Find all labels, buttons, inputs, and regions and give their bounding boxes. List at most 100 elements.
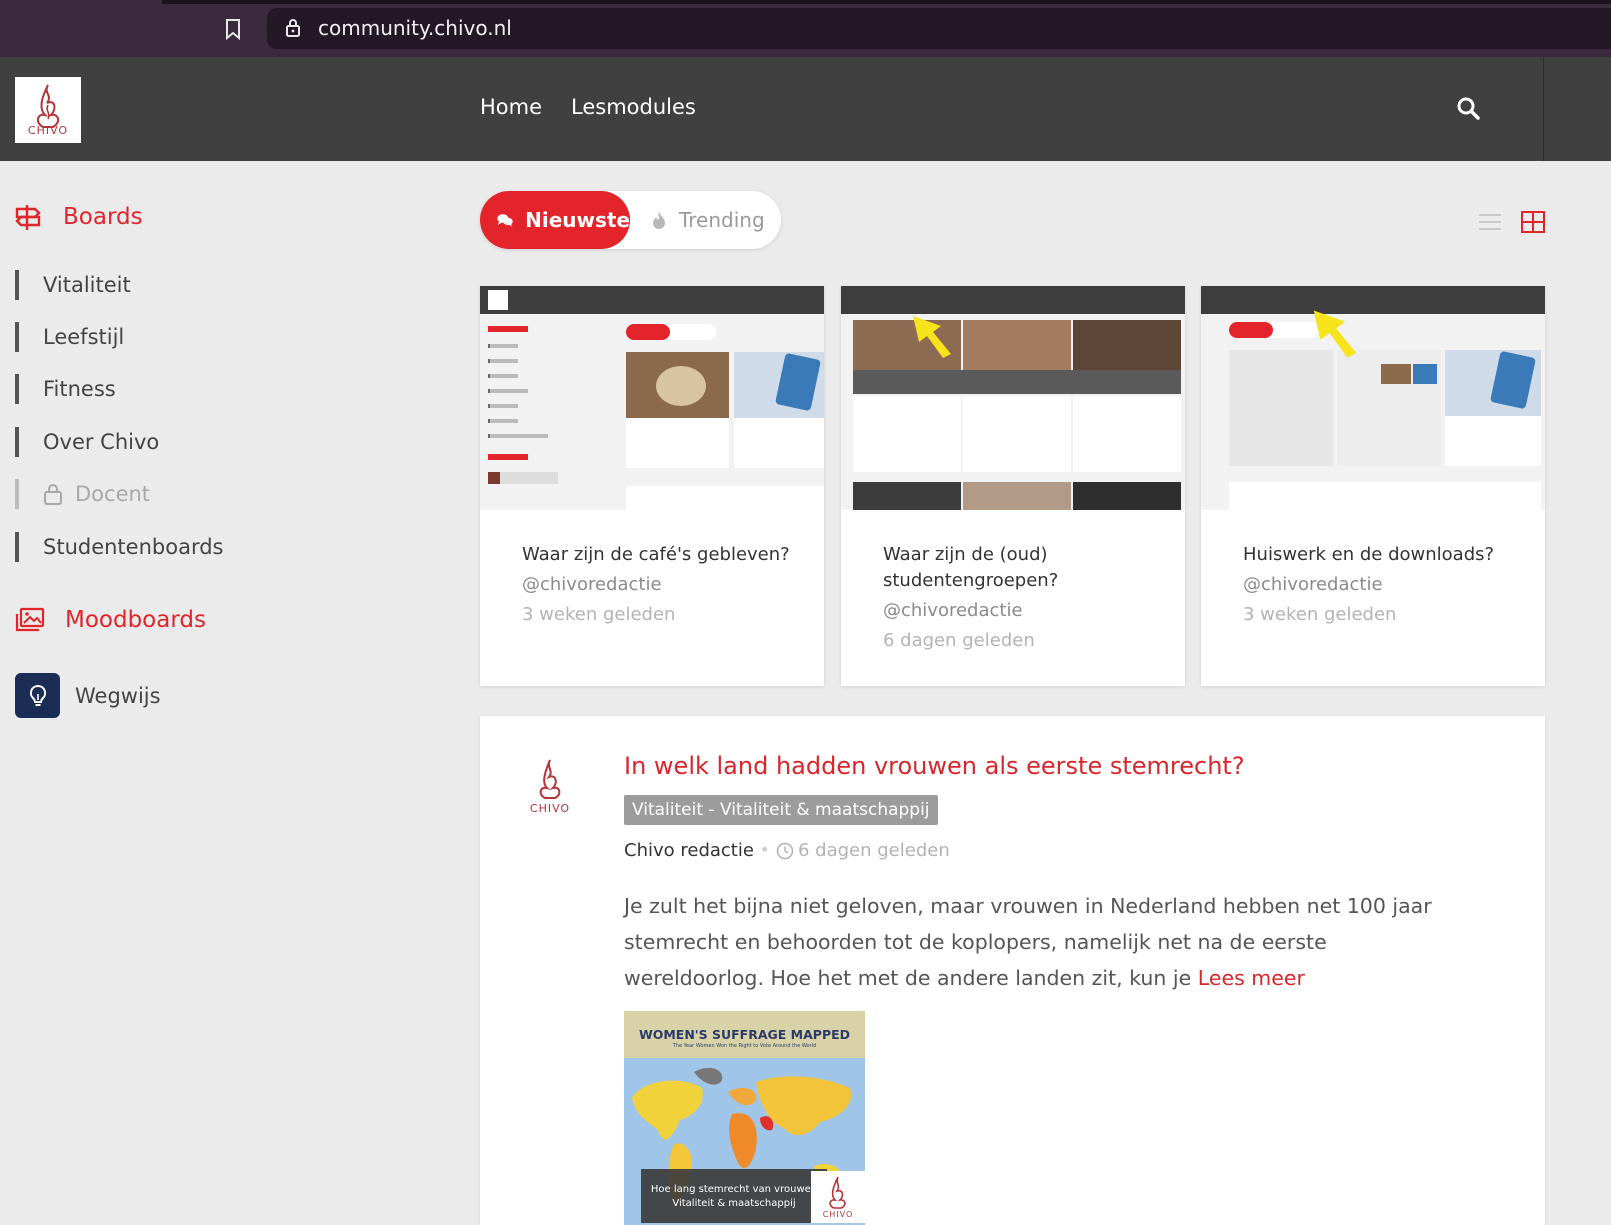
sidebar-item-fitness[interactable]: Fitness bbox=[15, 374, 116, 404]
thumbnail-coffee bbox=[626, 352, 729, 418]
post-image[interactable]: WOMEN'S SUFFRAGE MAPPED The Year Women W… bbox=[624, 1011, 865, 1225]
thumbnail-card-text bbox=[1445, 416, 1541, 466]
thumbnail-photo bbox=[963, 320, 1071, 370]
board-card[interactable]: Waar zijn de (oud) studentengroepen? @ch… bbox=[841, 286, 1185, 686]
chivo-logo[interactable]: CHIVO bbox=[15, 77, 81, 143]
sidebar-item-label: Vitaliteit bbox=[43, 273, 131, 297]
post-category-tag[interactable]: Vitaliteit - Vitaliteit & maatschappij bbox=[624, 795, 938, 825]
image-caption-line: Hoe lang stemrecht van vrouwen bbox=[650, 1184, 818, 1195]
sort-toggle: Nieuwste Trending bbox=[480, 191, 781, 249]
card-time: 6 dagen geleden bbox=[883, 630, 1035, 651]
sidebar-item-bar bbox=[15, 322, 19, 352]
card-author[interactable]: @chivoredactie bbox=[883, 600, 1023, 621]
logo-text: CHIVO bbox=[27, 124, 69, 137]
flame-icon bbox=[653, 211, 665, 229]
sidebar-item-bar bbox=[15, 479, 19, 509]
post-body-text: Je zult het bijna niet geloven, maar vro… bbox=[624, 894, 1432, 990]
bookmark-icon[interactable] bbox=[224, 18, 242, 40]
sidebar-item-studentenboards[interactable]: Studentenboards bbox=[15, 532, 223, 562]
card-title[interactable]: Waar zijn de (oud) studentengroepen? bbox=[883, 542, 1163, 594]
thumbnail-elearning bbox=[1445, 350, 1541, 416]
board-card[interactable]: Waar zijn de café's gebleven? @chivoreda… bbox=[480, 286, 824, 686]
sidebar-item-label: Wegwijs bbox=[75, 683, 161, 708]
image-logo-text: CHIVO bbox=[822, 1210, 854, 1219]
thumbnail-card-text bbox=[853, 396, 961, 472]
sidebar-boards-label: Boards bbox=[63, 204, 143, 230]
sidebar-moodboards-heading[interactable]: Moodboards bbox=[15, 607, 206, 633]
signpost-icon bbox=[15, 205, 41, 230]
sidebar-item-wegwijs[interactable]: Wegwijs bbox=[15, 673, 161, 718]
header-divider bbox=[1543, 57, 1544, 161]
sidebar-item-over-chivo[interactable]: Over Chivo bbox=[15, 427, 159, 457]
thumbnail-pill bbox=[626, 324, 716, 340]
lock-icon bbox=[44, 484, 62, 505]
sidebar-item-label: Docent bbox=[75, 482, 151, 506]
lock-icon[interactable] bbox=[285, 18, 301, 38]
post-body: Je zult het bijna niet geloven, maar vro… bbox=[624, 888, 1444, 996]
board-card[interactable]: Huiswerk en de downloads? @chivoredactie… bbox=[1201, 286, 1545, 686]
chivo-avatar[interactable]: CHIVO bbox=[522, 756, 578, 816]
thumbnail-photo bbox=[963, 482, 1071, 510]
card-thumbnail bbox=[1201, 286, 1545, 510]
image-title: WOMEN'S SUFFRAGE MAPPED bbox=[638, 1027, 851, 1042]
card-author[interactable]: @chivoredactie bbox=[1243, 574, 1383, 595]
card-time: 3 weken geleden bbox=[522, 604, 676, 625]
tab-nieuwste[interactable]: Nieuwste bbox=[480, 191, 630, 249]
post-title[interactable]: In welk land hadden vrouwen als eerste s… bbox=[624, 752, 1245, 780]
tab-trending[interactable]: Trending bbox=[651, 191, 765, 249]
search-icon[interactable] bbox=[1456, 96, 1480, 120]
card-title[interactable]: Waar zijn de café's gebleven? bbox=[522, 542, 802, 568]
post-time: 6 dagen geleden bbox=[798, 840, 950, 861]
svg-text:CHIVO: CHIVO bbox=[530, 802, 570, 815]
image-subtitle: The Year Women Won the Right to Vote Aro… bbox=[672, 1043, 817, 1049]
thumbnail-banner bbox=[853, 370, 1181, 394]
read-more-link[interactable]: Lees meer bbox=[1198, 966, 1305, 990]
clock-icon bbox=[776, 842, 794, 860]
sidebar-moodboards-label: Moodboards bbox=[65, 607, 206, 633]
card-thumbnail bbox=[841, 286, 1185, 510]
nav-home[interactable]: Home bbox=[480, 95, 542, 119]
list-view-icon[interactable] bbox=[1479, 212, 1501, 232]
arrow-icon bbox=[913, 316, 951, 358]
nav-lesmodules[interactable]: Lesmodules bbox=[571, 95, 696, 119]
thumbnail-photo bbox=[853, 482, 961, 510]
thumbnail-header bbox=[1201, 286, 1545, 314]
thumbnail-sidebar bbox=[488, 326, 608, 506]
thumbnail-elearning bbox=[734, 352, 824, 418]
tab-nieuwste-label: Nieuwste bbox=[525, 208, 630, 232]
url-text[interactable]: community.chivo.nl bbox=[318, 16, 512, 40]
thumbnail-screenshot bbox=[1337, 350, 1441, 466]
grid-view-icon[interactable] bbox=[1521, 211, 1545, 233]
comments-icon bbox=[497, 214, 513, 227]
sidebar-item-label: Studentenboards bbox=[43, 535, 224, 559]
thumbnail-photo bbox=[1073, 320, 1181, 370]
sidebar-item-label: Over Chivo bbox=[43, 430, 160, 454]
thumbnail-header bbox=[480, 286, 824, 314]
thumbnail-photo bbox=[1073, 482, 1181, 510]
sidebar-item-vitaliteit[interactable]: Vitaliteit bbox=[15, 270, 131, 300]
post-author[interactable]: Chivo redactie bbox=[624, 840, 754, 861]
thumbnail-header bbox=[841, 286, 1185, 314]
card-title[interactable]: Huiswerk en de downloads? bbox=[1243, 542, 1523, 568]
feed-post: CHIVO In welk land hadden vrouwen als ee… bbox=[480, 716, 1545, 1225]
images-icon bbox=[15, 607, 45, 632]
sidebar-boards-heading[interactable]: Boards bbox=[15, 204, 143, 230]
tab-trending-label: Trending bbox=[679, 208, 765, 232]
thumbnail-card-text bbox=[626, 418, 729, 468]
arrow-icon bbox=[1313, 310, 1357, 358]
thumbnail-card-text bbox=[1073, 396, 1181, 472]
site-header: CHIVO Home Lesmodules bbox=[0, 57, 1611, 161]
sidebar-item-bar bbox=[15, 427, 19, 457]
thumbnail-composer bbox=[1229, 482, 1541, 510]
thumbnail-card-text bbox=[963, 396, 1071, 472]
image-caption-line: Vitaliteit & maatschappij bbox=[672, 1198, 796, 1209]
sidebar-item-leefstijl[interactable]: Leefstijl bbox=[15, 322, 124, 352]
sidebar-item-label: Fitness bbox=[43, 377, 116, 401]
card-author[interactable]: @chivoredactie bbox=[522, 574, 662, 595]
sidebar-item-bar bbox=[15, 532, 19, 562]
sidebar-item-bar bbox=[15, 374, 19, 404]
thumbnail-logo bbox=[488, 290, 508, 310]
meta-separator: • bbox=[760, 840, 770, 859]
thumbnail-card-text bbox=[734, 418, 824, 468]
browser-tab-strip bbox=[162, 0, 1611, 4]
